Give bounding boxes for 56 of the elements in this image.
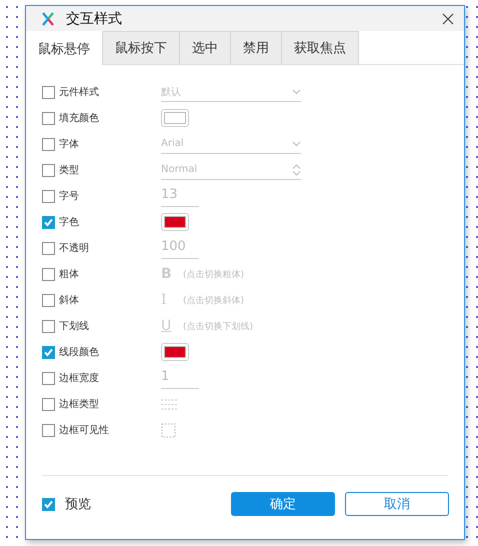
property-label: 粗体 xyxy=(59,268,80,281)
dropdown-field[interactable]: Arial xyxy=(161,134,301,154)
checkbox[interactable] xyxy=(42,346,55,358)
close-icon[interactable] xyxy=(442,12,454,24)
tab[interactable]: 选中 xyxy=(180,31,231,64)
preview-label: 预览 xyxy=(65,496,91,513)
property-label: 斜体 xyxy=(59,294,80,307)
checkbox[interactable] xyxy=(42,268,55,280)
window-title: 交互样式 xyxy=(66,10,122,28)
color-swatch[interactable] xyxy=(161,213,189,231)
checkbox[interactable] xyxy=(42,242,55,254)
checkbox[interactable] xyxy=(42,138,55,150)
up-down-chevron-icon[interactable] xyxy=(292,164,301,176)
color-swatch[interactable] xyxy=(161,343,189,361)
toggle-hint: (点击切换斜体) xyxy=(183,294,244,306)
toggle-hint: (点击切换下划线) xyxy=(183,320,254,332)
property-label: 填充颜色 xyxy=(59,112,100,125)
property-label: 元件样式 xyxy=(59,86,100,99)
property-label: 边框宽度 xyxy=(59,372,100,385)
checkbox[interactable] xyxy=(42,398,55,410)
dotted-square-icon[interactable] xyxy=(161,422,176,438)
tab[interactable]: 获取焦点 xyxy=(282,31,359,64)
checkbox[interactable] xyxy=(42,294,55,306)
dropdown-field[interactable]: Normal xyxy=(161,160,301,180)
property-label: 字号 xyxy=(59,190,80,203)
checkbox[interactable] xyxy=(42,190,55,202)
property-label: 字体 xyxy=(59,138,80,151)
toggle-hint: (点击切换粗体) xyxy=(183,268,244,280)
checkbox[interactable] xyxy=(42,164,55,176)
property-label: 下划线 xyxy=(59,320,90,333)
number-field[interactable]: 1 xyxy=(161,368,199,388)
logo-icon xyxy=(42,12,54,26)
tab[interactable]: 禁用 xyxy=(231,31,282,64)
color-swatch[interactable] xyxy=(161,109,189,127)
tab[interactable]: 鼠标按下 xyxy=(103,31,180,64)
dropdown-field[interactable]: 默认 xyxy=(161,82,301,102)
property-label: 边框可见性 xyxy=(59,424,110,437)
property-label: 边框类型 xyxy=(59,398,100,411)
checkbox[interactable] xyxy=(42,320,55,332)
cancel-button[interactable]: 取消 xyxy=(345,492,449,516)
checkbox[interactable] xyxy=(42,498,55,510)
chevron-down-icon[interactable] xyxy=(292,88,301,94)
number-field[interactable]: 100 xyxy=(161,238,199,258)
number-field[interactable]: 13 xyxy=(161,186,199,206)
property-label: 线段颜色 xyxy=(59,346,100,359)
checkbox[interactable] xyxy=(42,112,55,124)
property-label: 字色 xyxy=(59,216,80,229)
checkbox[interactable] xyxy=(42,372,55,384)
chevron-down-icon[interactable] xyxy=(292,140,301,146)
checkbox[interactable] xyxy=(42,216,55,228)
checkbox[interactable] xyxy=(42,424,55,436)
tab[interactable]: 鼠标悬停 xyxy=(26,31,103,65)
property-label: 不透明 xyxy=(59,242,90,255)
checkbox[interactable] xyxy=(42,86,55,98)
property-label: 类型 xyxy=(59,164,80,177)
confirm-button[interactable]: 确定 xyxy=(231,492,335,516)
